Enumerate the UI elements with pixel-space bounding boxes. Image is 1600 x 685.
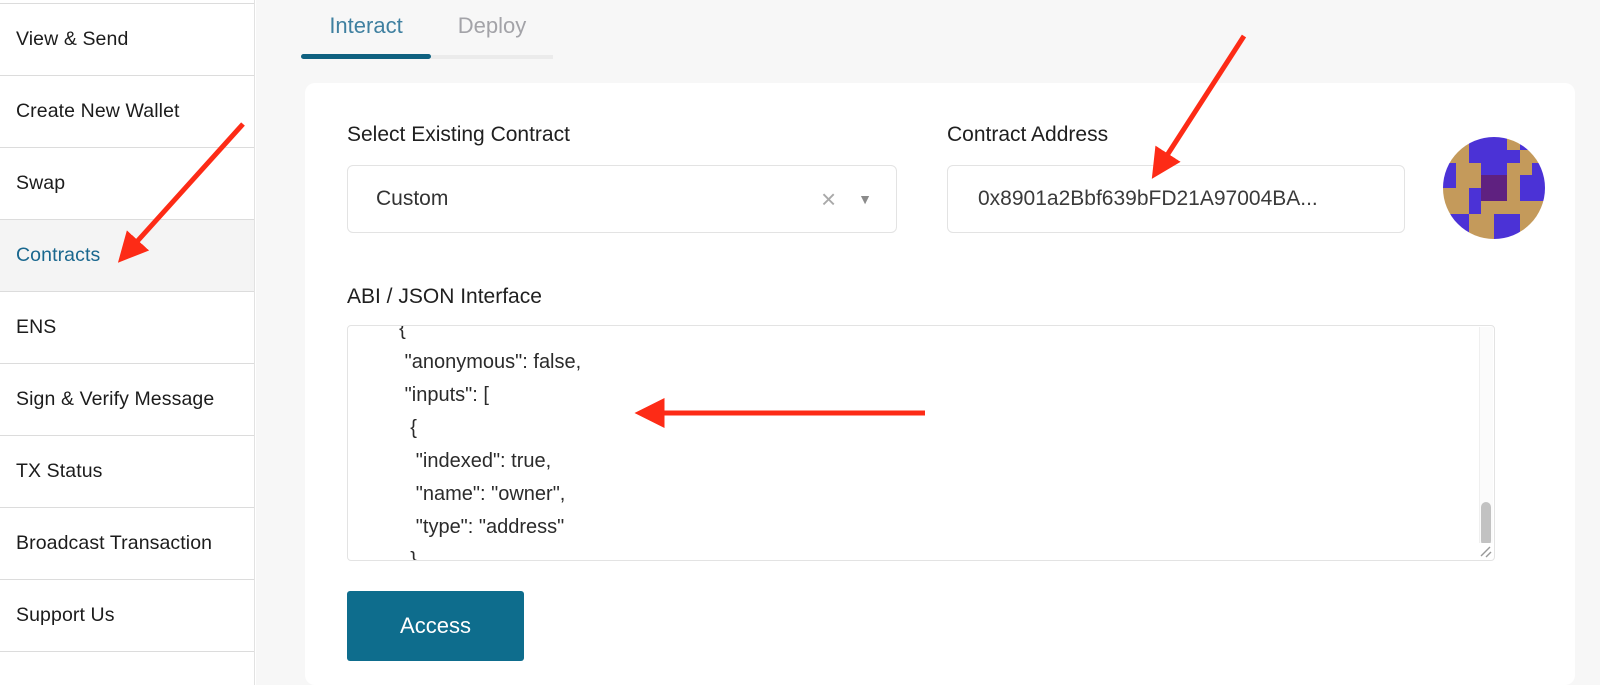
sidebar-item-label: TX Status <box>16 460 103 483</box>
address-identicon <box>1443 137 1545 239</box>
tab-deploy[interactable]: Deploy <box>431 13 553 39</box>
sidebar-item-label: Sign & Verify Message <box>16 388 214 411</box>
tab-interact[interactable]: Interact <box>301 13 431 39</box>
chevron-down-icon[interactable]: ▼ <box>858 191 872 207</box>
interact-card: Select Existing Contract Custom × ▼ Cont… <box>305 83 1575 685</box>
sidebar-item-ens[interactable]: ENS <box>0 292 254 364</box>
select-contract-dropdown[interactable]: Custom × ▼ <box>347 165 897 233</box>
sidebar-item-broadcast-transaction[interactable]: Broadcast Transaction <box>0 508 254 580</box>
sidebar-item-sign-verify-message[interactable]: Sign & Verify Message <box>0 364 254 436</box>
sidebar-item-label: Contracts <box>16 244 100 267</box>
sidebar-item-create-new-wallet[interactable]: Create New Wallet <box>0 76 254 148</box>
mew-contracts-page: View & Send Create New Wallet Swap Contract… <box>0 0 1600 685</box>
main-content: Interact Deploy Select Existing Contract… <box>256 0 1600 685</box>
sidebar-item-label: ENS <box>16 316 56 339</box>
sidebar-item-label: Swap <box>16 172 65 195</box>
sidebar-item-label: Support Us <box>16 604 115 627</box>
sidebar-item-label: Create New Wallet <box>16 100 180 123</box>
sidebar-item-label: View & Send <box>16 28 128 51</box>
resize-grip-icon[interactable] <box>1477 543 1493 559</box>
abi-json-content: { "anonymous": false, "inputs": [ { "ind… <box>348 325 581 561</box>
select-contract-value: Custom <box>376 187 821 211</box>
tab-active-underline <box>301 54 431 59</box>
access-button[interactable]: Access <box>347 591 524 661</box>
select-contract-label: Select Existing Contract <box>347 123 570 147</box>
contract-address-label: Contract Address <box>947 123 1108 147</box>
sidebar-item-contracts[interactable]: Contracts <box>0 220 254 292</box>
contract-address-input[interactable] <box>947 165 1405 233</box>
abi-json-label: ABI / JSON Interface <box>347 285 542 309</box>
textarea-scrollbar-thumb[interactable] <box>1481 502 1491 546</box>
sidebar-item-support-us[interactable]: Support Us <box>0 580 254 652</box>
tab-underline-track <box>431 55 553 59</box>
sidebar-item-swap[interactable]: Swap <box>0 148 254 220</box>
abi-json-textarea[interactable]: { "anonymous": false, "inputs": [ { "ind… <box>347 325 1495 561</box>
sidebar-item-view-send[interactable]: View & Send <box>0 4 254 76</box>
sidebar-item-label: Broadcast Transaction <box>16 532 212 555</box>
sidebar: View & Send Create New Wallet Swap Contract… <box>0 0 255 685</box>
clear-icon[interactable]: × <box>821 186 836 212</box>
sidebar-item-tx-status[interactable]: TX Status <box>0 436 254 508</box>
sidebar-menu: View & Send Create New Wallet Swap Contract… <box>0 3 254 652</box>
